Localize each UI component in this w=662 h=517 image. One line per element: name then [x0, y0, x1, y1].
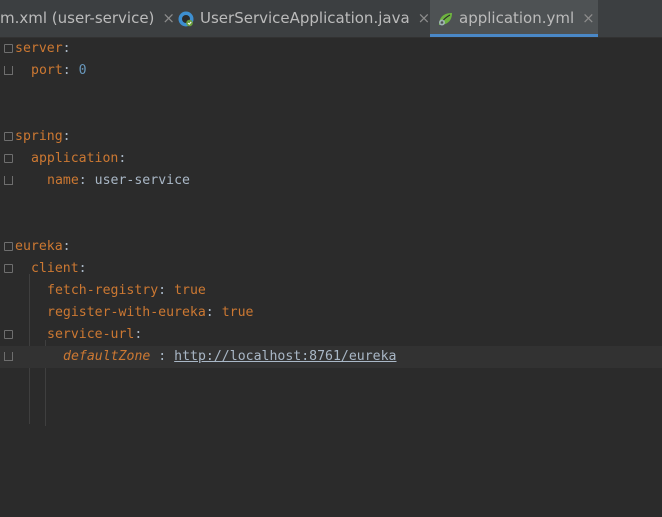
code-line-port: port: 0 — [0, 60, 662, 82]
code-line-server: server: — [0, 38, 662, 60]
code-line-eureka: eureka: — [0, 236, 662, 258]
code-line-spring: spring: — [0, 126, 662, 148]
fold-toggle-icon[interactable] — [4, 330, 13, 339]
fold-toggle-icon[interactable] — [4, 242, 13, 251]
yaml-key: server — [15, 41, 63, 56]
yaml-key: port — [31, 63, 63, 78]
active-tab-indicator — [430, 34, 598, 37]
editor-window: m.xml (user-service) × UserServiceApplic… — [0, 0, 662, 517]
spring-java-class-icon — [177, 10, 195, 28]
editor-tab-bar: m.xml (user-service) × UserServiceApplic… — [0, 0, 662, 38]
yaml-key: register-with-eureka — [47, 305, 206, 320]
yaml-key: service-url — [47, 327, 135, 342]
code-line-name: name: user-service — [0, 170, 662, 192]
code-line-application: application: — [0, 148, 662, 170]
yaml-value: true — [221, 305, 254, 320]
yaml-key: spring — [15, 129, 63, 144]
fold-end-icon[interactable] — [4, 176, 13, 185]
fold-end-icon[interactable] — [4, 352, 13, 361]
yaml-key: client — [31, 261, 79, 276]
code-line-default-zone: defaultZone : http://localhost:8761/eure… — [0, 346, 662, 368]
yaml-key: application — [31, 151, 119, 166]
yaml-value: user-service — [94, 173, 190, 188]
fold-toggle-icon[interactable] — [4, 154, 13, 163]
code-line-fetch-registry: fetch-registry: true — [47, 283, 206, 298]
yaml-code-editor[interactable]: server: port: 0 spring: application: nam… — [0, 38, 662, 517]
fold-toggle-icon[interactable] — [4, 132, 13, 141]
fold-end-icon[interactable] — [4, 66, 13, 75]
code-line-register-with-eureka: register-with-eureka: true — [47, 305, 254, 320]
tab-user-service-application[interactable]: UserServiceApplication.java × — [177, 0, 431, 37]
tab-label: m.xml (user-service) — [0, 9, 155, 27]
yaml-key: eureka — [15, 239, 63, 254]
url-link[interactable]: http://localhost:8761/eureka — [174, 349, 396, 364]
yaml-key: defaultZone — [63, 349, 151, 364]
close-icon[interactable]: × — [418, 0, 431, 37]
yaml-key: fetch-registry — [47, 283, 159, 298]
yaml-value: true — [174, 283, 206, 298]
spring-leaf-icon — [436, 10, 454, 28]
tab-pom-xml[interactable]: m.xml (user-service) × — [0, 0, 175, 37]
tab-application-yml[interactable]: application.yml × — [430, 0, 598, 37]
close-icon[interactable]: × — [162, 0, 175, 37]
fold-toggle-icon[interactable] — [4, 44, 13, 53]
code-line-service-url: service-url: — [0, 324, 662, 346]
tab-label: application.yml — [459, 9, 575, 27]
yaml-value: 0 — [78, 63, 87, 78]
close-icon[interactable]: × — [582, 0, 595, 37]
tab-label: UserServiceApplication.java — [200, 9, 410, 27]
code-line-client: client: — [0, 258, 662, 280]
yaml-key: name — [47, 173, 79, 188]
fold-toggle-icon[interactable] — [4, 264, 13, 273]
